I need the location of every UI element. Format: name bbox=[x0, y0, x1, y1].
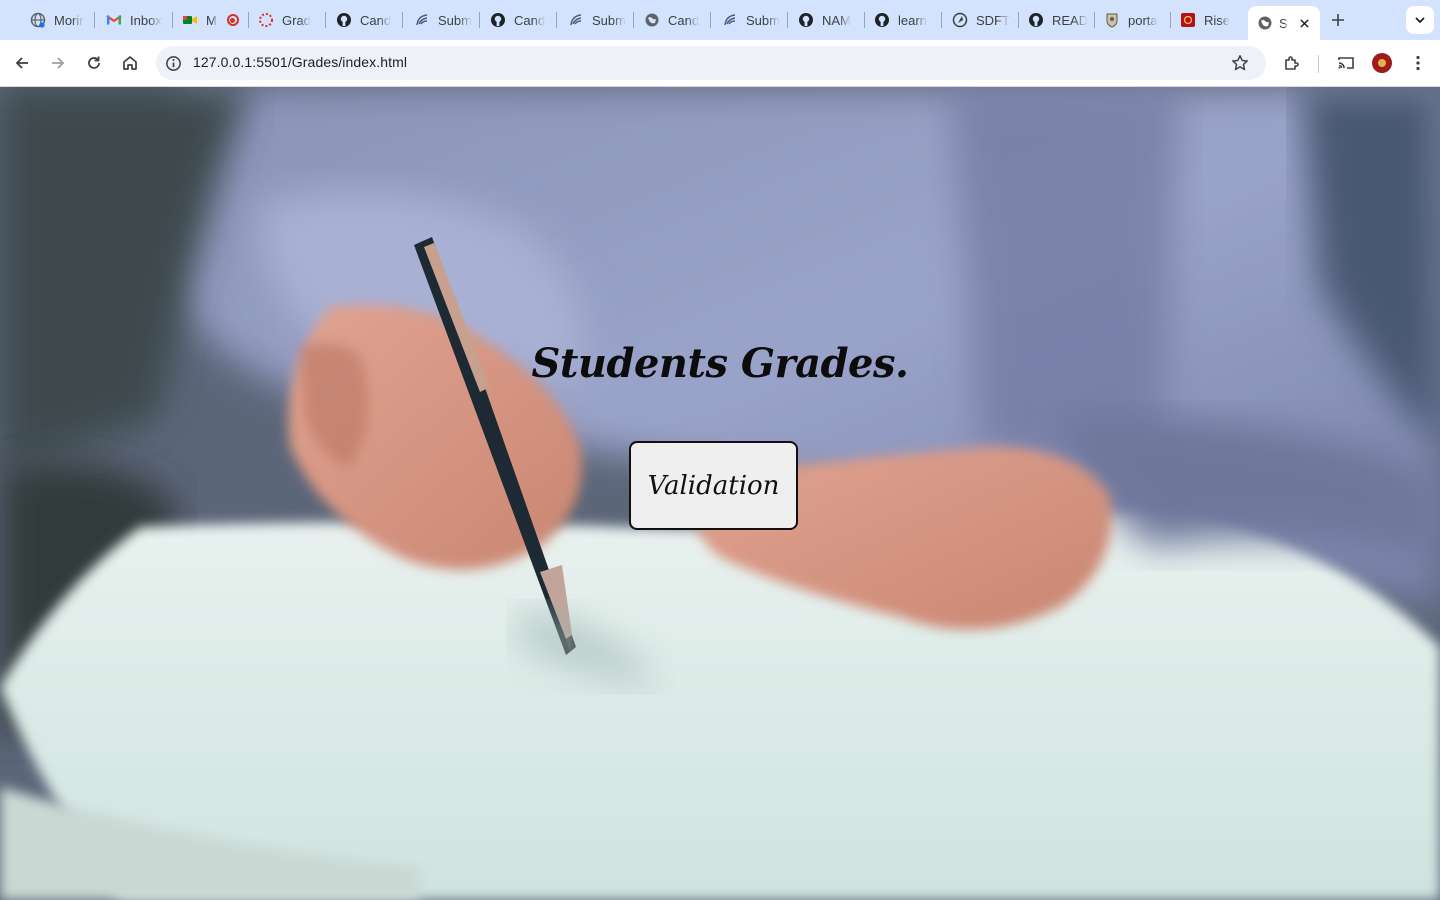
moringa-icon bbox=[568, 12, 584, 28]
tab-separator bbox=[94, 12, 95, 28]
url-text[interactable]: 127.0.0.1:5501/Grades/index.html bbox=[193, 54, 407, 70]
tab-learn[interactable]: learn bbox=[868, 8, 934, 32]
arrow-left-icon bbox=[15, 57, 28, 69]
tab-search-button[interactable] bbox=[1406, 6, 1434, 34]
forward-button[interactable] bbox=[44, 49, 72, 77]
tab-nam[interactable]: NAM bbox=[792, 8, 858, 32]
tab-title: M bbox=[206, 12, 217, 28]
tab-title: Cand bbox=[514, 12, 546, 28]
tab-cand-3[interactable]: Cand bbox=[638, 8, 704, 32]
new-tab-button[interactable] bbox=[1326, 8, 1350, 32]
tab-title: Rise bbox=[1204, 12, 1231, 28]
kebab-menu-icon bbox=[1416, 55, 1420, 71]
tab-separator bbox=[325, 12, 326, 28]
menu-button[interactable] bbox=[1404, 49, 1432, 77]
tab-separator bbox=[633, 12, 634, 28]
tab-title: Cand bbox=[668, 12, 700, 28]
tab-title: Grad bbox=[282, 12, 311, 28]
tab-separator bbox=[710, 12, 711, 28]
tab-title: NAM bbox=[822, 12, 851, 28]
globe-icon bbox=[644, 12, 660, 28]
loading-ring-icon bbox=[258, 12, 274, 28]
tab-separator bbox=[172, 12, 173, 28]
gmail-icon bbox=[106, 12, 122, 28]
moringa-icon bbox=[722, 12, 738, 28]
extensions-button[interactable] bbox=[1278, 49, 1306, 77]
crest-icon bbox=[1104, 12, 1120, 28]
tab-morir[interactable]: Morir bbox=[24, 8, 88, 32]
tab-rise[interactable]: Rise bbox=[1174, 8, 1240, 32]
github-icon bbox=[874, 12, 890, 28]
puzzle-icon bbox=[1285, 56, 1299, 70]
cast-button[interactable] bbox=[1332, 49, 1360, 77]
rocket-icon bbox=[952, 12, 968, 28]
globe-icon bbox=[30, 12, 46, 28]
tab-title: Cand bbox=[360, 12, 392, 28]
tab-title: READ bbox=[1052, 12, 1088, 28]
tab-title: Inbox bbox=[130, 12, 162, 28]
tab-inbox[interactable]: Inbox bbox=[100, 8, 166, 32]
page-viewport: Students Grades. Validation bbox=[0, 87, 1440, 900]
rise-icon bbox=[1180, 12, 1196, 28]
moringa-icon bbox=[414, 12, 430, 28]
tab-subm-2[interactable]: Subm bbox=[562, 8, 628, 32]
tab-title: Subm bbox=[438, 12, 472, 28]
reload-button[interactable] bbox=[80, 49, 108, 77]
home-button[interactable] bbox=[116, 49, 144, 77]
tab-title: Morir bbox=[54, 12, 84, 28]
tab-title: porta bbox=[1128, 12, 1158, 28]
tab-strip: Morir Inbox M Grad Cand Subm Cand Subm C… bbox=[0, 0, 1440, 40]
tab-separator bbox=[787, 12, 788, 28]
tab-separator bbox=[556, 12, 557, 28]
tab-separator bbox=[479, 12, 480, 28]
info-icon[interactable] bbox=[164, 54, 182, 72]
back-button[interactable] bbox=[8, 49, 36, 77]
meet-icon bbox=[182, 12, 198, 28]
recording-icon bbox=[226, 14, 239, 26]
tab-separator bbox=[402, 12, 403, 28]
tab-subm-3[interactable]: Subm bbox=[716, 8, 782, 32]
tab-porta[interactable]: porta bbox=[1098, 8, 1164, 32]
tab-separator bbox=[1094, 12, 1095, 28]
tab-subm-1[interactable]: Subm bbox=[408, 8, 474, 32]
tab-separator bbox=[248, 12, 249, 28]
cast-icon bbox=[1338, 57, 1354, 69]
chevron-down-icon bbox=[1415, 17, 1425, 24]
close-tab-icon[interactable] bbox=[1296, 15, 1312, 31]
tab-meet[interactable]: M bbox=[176, 8, 240, 32]
tab-separator bbox=[1018, 12, 1019, 28]
tab-grad[interactable]: Grad bbox=[252, 8, 320, 32]
address-bar[interactable]: 127.0.0.1:5501/Grades/index.html bbox=[156, 46, 1266, 80]
github-icon bbox=[798, 12, 814, 28]
bookmark-star-icon[interactable] bbox=[1230, 53, 1250, 73]
reload-icon bbox=[88, 56, 100, 69]
toolbar-divider bbox=[1318, 55, 1319, 73]
plus-icon bbox=[1332, 14, 1344, 26]
tab-title: learn bbox=[898, 12, 927, 28]
tab-title: S bbox=[1279, 15, 1288, 31]
tab-separator bbox=[941, 12, 942, 28]
tab-active[interactable]: S bbox=[1248, 6, 1320, 40]
github-icon bbox=[336, 12, 352, 28]
page-title: Students Grades. bbox=[531, 340, 909, 387]
tab-title: SDFT bbox=[976, 12, 1010, 28]
tab-title: Subm bbox=[592, 12, 626, 28]
globe-icon bbox=[1257, 15, 1273, 31]
github-icon bbox=[490, 12, 506, 28]
tab-title: Subm bbox=[746, 12, 780, 28]
github-icon bbox=[1028, 12, 1044, 28]
validation-button[interactable]: Validation bbox=[629, 441, 798, 530]
arrow-right-icon bbox=[52, 57, 65, 69]
home-icon bbox=[123, 56, 137, 70]
tab-read[interactable]: READ bbox=[1022, 8, 1088, 32]
profile-avatar[interactable] bbox=[1372, 53, 1392, 73]
browser-toolbar: 127.0.0.1:5501/Grades/index.html bbox=[0, 40, 1440, 87]
tab-sdft[interactable]: SDFT bbox=[946, 8, 1012, 32]
tab-cand-1[interactable]: Cand bbox=[330, 8, 398, 32]
tab-cand-2[interactable]: Cand bbox=[484, 8, 550, 32]
tab-separator bbox=[1170, 12, 1171, 28]
tab-separator bbox=[864, 12, 865, 28]
